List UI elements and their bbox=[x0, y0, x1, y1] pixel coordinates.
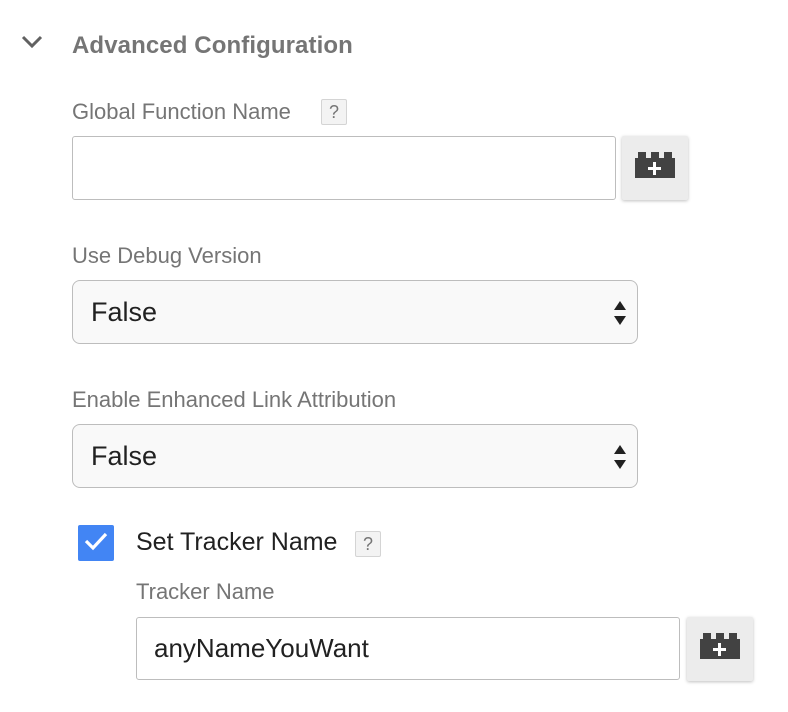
add-variable-icon bbox=[633, 151, 677, 185]
checkmark-icon bbox=[83, 531, 109, 556]
set-tracker-name-label: Set Tracker Name bbox=[136, 528, 338, 556]
use-debug-version-value: False bbox=[91, 296, 158, 327]
select-arrows-icon bbox=[613, 443, 627, 476]
enhanced-link-attribution-value: False bbox=[91, 440, 158, 471]
global-function-name-input[interactable] bbox=[72, 136, 616, 200]
help-text: ? bbox=[328, 101, 339, 122]
global-function-name-help-icon[interactable]: ? bbox=[321, 99, 347, 125]
use-debug-version-label: Use Debug Version bbox=[72, 243, 262, 268]
add-variable-icon bbox=[698, 632, 742, 666]
set-tracker-name-help-icon[interactable]: ? bbox=[355, 531, 381, 557]
set-tracker-name-checkbox[interactable] bbox=[78, 525, 114, 561]
select-arrows-icon bbox=[613, 299, 627, 332]
global-function-variable-button[interactable] bbox=[622, 136, 688, 200]
chevron-down-icon[interactable] bbox=[20, 30, 44, 54]
enhanced-link-attribution-label: Enable Enhanced Link Attribution bbox=[72, 387, 397, 412]
tracker-name-input[interactable] bbox=[136, 617, 680, 680]
enhanced-link-attribution-select[interactable]: False bbox=[72, 424, 638, 488]
section-title: Advanced Configuration bbox=[72, 32, 353, 59]
tracker-name-variable-button[interactable] bbox=[687, 617, 753, 681]
global-function-name-label: Global Function Name bbox=[72, 99, 291, 124]
tracker-name-label: Tracker Name bbox=[136, 579, 275, 604]
use-debug-version-select[interactable]: False bbox=[72, 280, 638, 344]
help-text: ? bbox=[362, 533, 373, 554]
